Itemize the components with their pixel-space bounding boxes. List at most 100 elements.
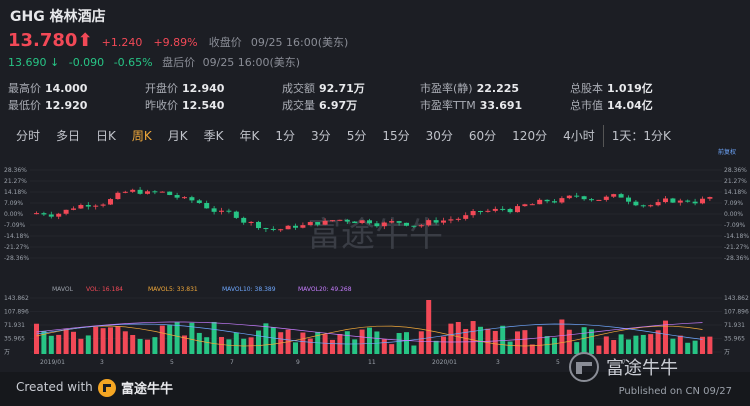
y-tick-right: -7.09% bbox=[724, 222, 746, 229]
mavol-legend-item: VOL: 16.184 bbox=[86, 286, 123, 293]
candle-body bbox=[307, 222, 313, 226]
candle-body bbox=[529, 204, 535, 206]
vol-tick-right: 35.965 bbox=[724, 336, 745, 343]
volume-bar bbox=[522, 330, 528, 354]
stat-high: 最高价 14.000 bbox=[8, 82, 88, 95]
candle-body bbox=[404, 222, 409, 226]
volume-bar bbox=[352, 339, 358, 354]
volume-bar bbox=[270, 327, 276, 354]
volume-bar bbox=[34, 323, 39, 354]
x-tick-label: 3 bbox=[496, 359, 500, 366]
x-tick-label: 5 bbox=[556, 359, 560, 366]
volume-bar bbox=[470, 321, 476, 354]
candle-body bbox=[344, 219, 350, 222]
candle-body bbox=[685, 200, 691, 202]
reset-toggle[interactable]: 前复权 bbox=[718, 148, 736, 156]
stat-total-shares: 总股本 1.019亿 bbox=[570, 82, 653, 95]
tab-5[interactable]: 季K bbox=[196, 125, 232, 147]
stock-title: GHG 格林酒店 bbox=[10, 9, 106, 25]
candle-body bbox=[48, 214, 54, 217]
candle-body bbox=[108, 199, 113, 205]
candle-body bbox=[322, 220, 328, 225]
tab-1[interactable]: 多日 bbox=[48, 125, 88, 147]
y-tick-right: 21.27% bbox=[724, 178, 747, 185]
vol-tick-left: 143.862 bbox=[4, 295, 29, 302]
volume-bar bbox=[167, 325, 173, 354]
volume-bar bbox=[552, 337, 557, 354]
tab-13[interactable]: 120分 bbox=[504, 125, 555, 147]
tab-10[interactable]: 15分 bbox=[374, 125, 417, 147]
candle-body bbox=[389, 221, 395, 223]
volume-bar bbox=[226, 339, 232, 354]
stat-open: 开盘价 12.940 bbox=[145, 82, 225, 95]
tab-15[interactable]: 1天：1分K bbox=[602, 125, 679, 147]
tab-8[interactable]: 3分 bbox=[303, 125, 339, 147]
vol-tick-left: 71.931 bbox=[4, 322, 25, 329]
volume-bar bbox=[300, 332, 306, 354]
candle-body bbox=[196, 200, 202, 203]
after-change: -0.090 bbox=[68, 56, 105, 69]
candle-body bbox=[707, 197, 713, 199]
x-tick-label: 7 bbox=[230, 359, 234, 366]
stat-pe-ttm: 市盈率TTM 33.691 bbox=[420, 99, 523, 112]
tab-6[interactable]: 年K bbox=[232, 125, 268, 147]
candle-body bbox=[677, 200, 683, 203]
candle-body bbox=[544, 199, 550, 202]
volume-bar bbox=[322, 334, 328, 354]
volume-bar bbox=[204, 337, 210, 354]
volume-bar bbox=[122, 331, 128, 354]
volume-bar bbox=[559, 319, 565, 354]
tab-7[interactable]: 1分 bbox=[267, 125, 303, 147]
candle-body bbox=[204, 202, 210, 209]
volume-bar bbox=[137, 338, 143, 354]
candle-body bbox=[182, 197, 187, 199]
tab-3[interactable]: 周K bbox=[124, 125, 160, 147]
tab-14[interactable]: 4小时 bbox=[555, 125, 603, 147]
stat-prev-close: 昨收价 12.540 bbox=[145, 99, 225, 112]
candle-body bbox=[574, 195, 580, 197]
quote-header: GHG 格林酒店 bbox=[10, 6, 106, 26]
volume-bar bbox=[100, 328, 106, 354]
tab-11[interactable]: 30分 bbox=[418, 125, 461, 147]
volume-bar bbox=[441, 336, 446, 354]
volume-bar bbox=[359, 329, 365, 354]
candle-body bbox=[589, 199, 594, 201]
x-tick-label: 11 bbox=[368, 359, 376, 366]
y-tick-left: 21.27% bbox=[4, 178, 27, 185]
candle-body bbox=[500, 208, 506, 210]
candle-body bbox=[189, 197, 195, 201]
candle-body bbox=[174, 195, 180, 198]
candle-body bbox=[359, 220, 365, 224]
y-tick-right: 14.18% bbox=[724, 189, 747, 196]
candle-body bbox=[626, 197, 631, 202]
candle-body bbox=[352, 221, 358, 224]
tab-9[interactable]: 5分 bbox=[339, 125, 375, 147]
candle-body bbox=[433, 220, 439, 223]
x-tick-label: 2020/01 bbox=[432, 359, 457, 366]
volume-bar bbox=[211, 321, 217, 354]
mavol-legend-item: MAVOL10: 38.389 bbox=[222, 286, 276, 293]
volume-bar bbox=[48, 335, 54, 354]
candle-body bbox=[485, 210, 491, 212]
tab-12[interactable]: 60分 bbox=[461, 125, 504, 147]
vol-tick-right: 143.862 bbox=[724, 295, 749, 302]
x-tick-label: 3 bbox=[100, 359, 104, 366]
volume-bar bbox=[426, 300, 432, 354]
candle-body bbox=[41, 213, 47, 215]
candle-body bbox=[93, 205, 99, 207]
after-label: 盘后价 bbox=[162, 56, 196, 69]
candle-body bbox=[655, 202, 661, 206]
candle-body bbox=[285, 225, 291, 230]
tab-2[interactable]: 日K bbox=[88, 125, 124, 147]
candle-body bbox=[515, 206, 520, 213]
candle-body bbox=[603, 196, 609, 200]
candle-body bbox=[381, 222, 387, 227]
candle-body bbox=[315, 222, 321, 225]
created-with: Created with bbox=[16, 380, 93, 394]
volume-bar bbox=[263, 323, 269, 354]
volume-bar bbox=[389, 344, 395, 354]
tab-0[interactable]: 分时 bbox=[8, 125, 48, 147]
tab-4[interactable]: 月K bbox=[160, 125, 196, 147]
candle-body bbox=[374, 223, 380, 227]
kline-chart[interactable]: 富途牛牛 28.36%21.27%14.18%7.09%0.00%-7.09%-… bbox=[0, 148, 750, 372]
